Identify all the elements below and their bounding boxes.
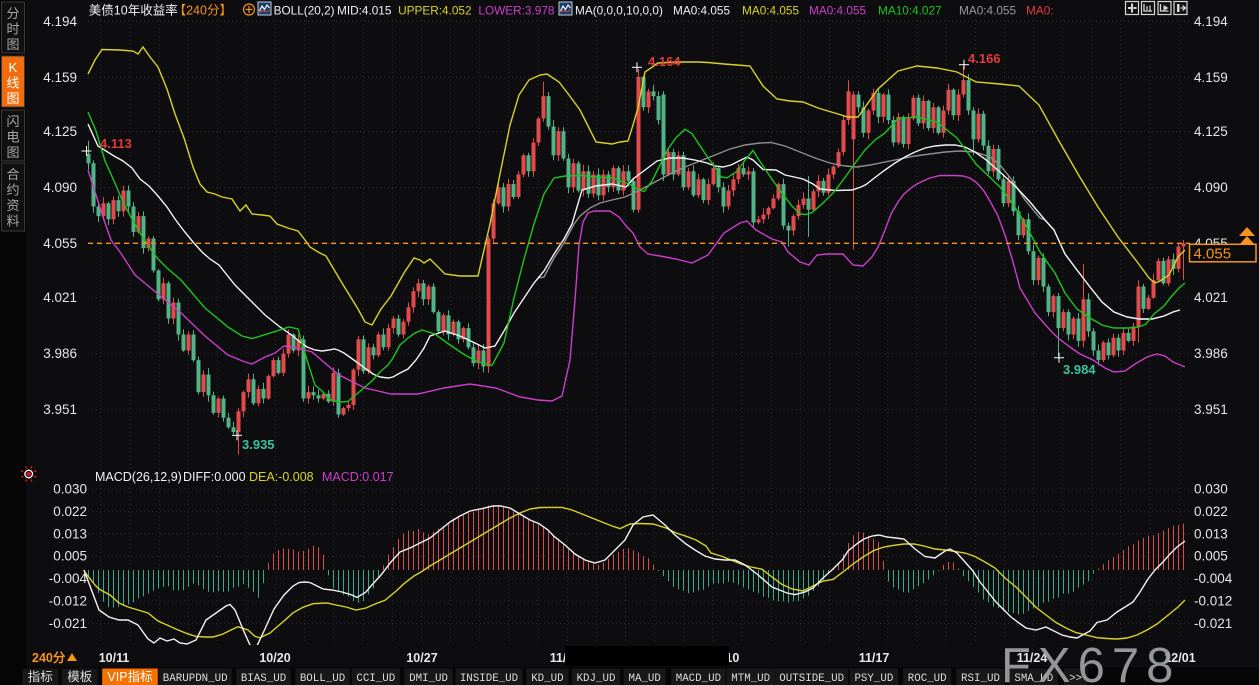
- svg-text:0.013: 0.013: [1194, 526, 1228, 541]
- svg-text:4.194: 4.194: [43, 14, 77, 29]
- svg-text:闪: 闪: [6, 114, 19, 129]
- svg-text:BOLL(20,2): BOLL(20,2): [274, 4, 335, 18]
- svg-text:美债10年收益率: 美债10年收益率: [89, 3, 178, 18]
- svg-text:3.984: 3.984: [1063, 362, 1096, 377]
- svg-text:MA0:4.055: MA0:4.055: [809, 4, 866, 18]
- svg-text:时: 时: [6, 22, 19, 37]
- svg-text:4.159: 4.159: [43, 70, 77, 85]
- svg-text:0.030: 0.030: [1194, 482, 1228, 497]
- svg-text:图: 图: [6, 37, 19, 52]
- svg-text:DEA:-0.008: DEA:-0.008: [249, 470, 314, 484]
- svg-text:BIAS_UD: BIAS_UD: [241, 673, 286, 685]
- svg-text:0.005: 0.005: [53, 549, 87, 564]
- svg-text:MID:4.015: MID:4.015: [337, 4, 392, 18]
- svg-text:DIFF:0.000: DIFF:0.000: [183, 470, 246, 484]
- svg-text:-0.004: -0.004: [1194, 571, 1233, 586]
- svg-text:KD_UD: KD_UD: [531, 673, 563, 685]
- svg-text:MA(0,0,0,10,0,0): MA(0,0,0,10,0,0): [575, 4, 663, 18]
- svg-text:11/17: 11/17: [859, 651, 890, 665]
- svg-text:PSY_UD: PSY_UD: [854, 673, 893, 685]
- svg-text:UPPER:4.052: UPPER:4.052: [398, 4, 471, 18]
- svg-text:3.951: 3.951: [1194, 402, 1228, 417]
- svg-text:4.113: 4.113: [100, 136, 132, 151]
- svg-text:-0.021: -0.021: [1194, 616, 1232, 631]
- svg-text:【240分】: 【240分】: [174, 4, 232, 18]
- svg-text:DMI_UD: DMI_UD: [409, 673, 448, 685]
- svg-text:0.022: 0.022: [1194, 504, 1228, 519]
- svg-text:BOLL_UD: BOLL_UD: [300, 673, 345, 685]
- svg-text:RSI_UD: RSI_UD: [961, 673, 1000, 685]
- svg-text:图: 图: [6, 145, 19, 160]
- svg-text:4.164: 4.164: [648, 54, 681, 69]
- svg-text:ROC_UD: ROC_UD: [908, 673, 947, 685]
- svg-text:10/27: 10/27: [406, 651, 437, 665]
- svg-text:4.125: 4.125: [43, 124, 77, 139]
- svg-text:BARUPDN_UD: BARUPDN_UD: [163, 673, 228, 685]
- svg-text:指标: 指标: [28, 669, 53, 684]
- svg-text:模板: 模板: [67, 670, 93, 684]
- svg-text:KDJ_UD: KDJ_UD: [577, 673, 616, 685]
- svg-text:资: 资: [6, 198, 19, 213]
- svg-text:240分: 240分: [32, 650, 66, 665]
- svg-text:4.166: 4.166: [968, 51, 1001, 66]
- svg-text:4.090: 4.090: [1194, 180, 1228, 195]
- svg-text:线: 线: [6, 76, 19, 91]
- svg-text:4.055: 4.055: [43, 236, 77, 251]
- svg-text:3.986: 3.986: [1194, 346, 1228, 361]
- svg-text:VIP指标: VIP指标: [107, 669, 152, 684]
- svg-text:0.022: 0.022: [53, 504, 87, 519]
- svg-text:10/11: 10/11: [99, 651, 130, 665]
- svg-text:0.005: 0.005: [1194, 549, 1228, 564]
- svg-text:4.055: 4.055: [1194, 246, 1232, 263]
- svg-text:-0.012: -0.012: [1194, 594, 1232, 609]
- svg-text:4.021: 4.021: [1194, 290, 1228, 305]
- svg-text:图: 图: [6, 91, 19, 106]
- svg-text:-0.012: -0.012: [49, 594, 87, 609]
- svg-text:3.986: 3.986: [43, 346, 77, 361]
- svg-text:INSIDE_UD: INSIDE_UD: [460, 673, 518, 685]
- svg-text:MACD:0.017: MACD:0.017: [322, 470, 394, 484]
- svg-text:0.030: 0.030: [53, 482, 87, 497]
- svg-text:料: 料: [6, 214, 19, 229]
- svg-text:合: 合: [6, 167, 19, 182]
- svg-text:电: 电: [6, 130, 19, 145]
- svg-text:10/20: 10/20: [259, 651, 290, 665]
- svg-text:MA10:4.027: MA10:4.027: [878, 4, 942, 18]
- svg-text:MA_UD: MA_UD: [628, 673, 660, 685]
- svg-text:3.935: 3.935: [242, 437, 275, 452]
- svg-text:约: 约: [6, 183, 19, 198]
- svg-text:LOWER:3.978: LOWER:3.978: [478, 4, 554, 18]
- svg-text:MTM_UD: MTM_UD: [731, 673, 770, 685]
- svg-text:K: K: [9, 60, 18, 75]
- svg-text:CCI_UD: CCI_UD: [356, 673, 395, 685]
- svg-text:MA0:4.055: MA0:4.055: [742, 4, 799, 18]
- svg-text:MA0:4.055: MA0:4.055: [673, 4, 730, 18]
- svg-text:4.090: 4.090: [43, 180, 77, 195]
- svg-text:分: 分: [6, 6, 19, 21]
- svg-text:4.194: 4.194: [1194, 14, 1228, 29]
- svg-text:3.951: 3.951: [43, 402, 77, 417]
- svg-text:MACD(26,12,9): MACD(26,12,9): [95, 470, 182, 484]
- svg-text:OUTSIDE_UD: OUTSIDE_UD: [779, 673, 844, 685]
- svg-text:FX678: FX678: [1001, 639, 1180, 685]
- svg-text:-0.021: -0.021: [49, 616, 87, 631]
- svg-text:0.013: 0.013: [53, 526, 87, 541]
- svg-text:4.021: 4.021: [43, 290, 77, 305]
- svg-text:4.125: 4.125: [1194, 124, 1228, 139]
- svg-text:MA0:: MA0:: [1026, 4, 1054, 18]
- svg-text:MACD_UD: MACD_UD: [676, 673, 721, 685]
- svg-text:4.159: 4.159: [1194, 70, 1228, 85]
- svg-text:-0.004: -0.004: [49, 571, 88, 586]
- svg-text:MA0:4.055: MA0:4.055: [959, 4, 1016, 18]
